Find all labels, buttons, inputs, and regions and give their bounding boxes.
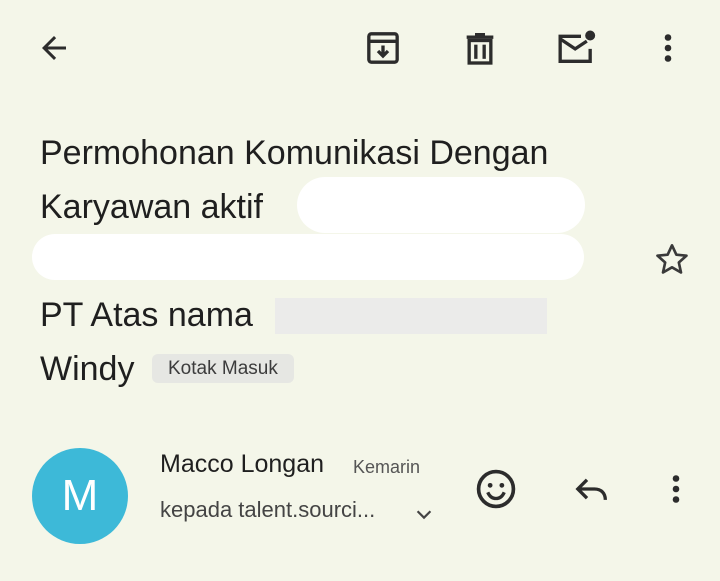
subject-line-1: Permohonan Komunikasi Dengan bbox=[40, 134, 549, 172]
subject-line-5: Windy bbox=[40, 350, 135, 388]
avatar[interactable]: M bbox=[32, 448, 128, 544]
star-outline-icon bbox=[656, 244, 688, 274]
back-button[interactable] bbox=[26, 20, 82, 76]
redaction-mark bbox=[297, 177, 585, 233]
reply-button[interactable] bbox=[566, 463, 618, 515]
emoji-reaction-icon bbox=[476, 469, 516, 509]
arrow-left-icon bbox=[42, 36, 66, 60]
more-options-button[interactable] bbox=[640, 20, 696, 76]
emoji-reaction-button[interactable] bbox=[470, 463, 522, 515]
subject-line-4: PT Atas nama bbox=[40, 296, 253, 334]
reply-icon bbox=[575, 478, 607, 500]
more-vertical-icon bbox=[672, 475, 680, 503]
archive-icon bbox=[367, 32, 399, 64]
avatar-letter: M bbox=[61, 471, 99, 520]
chevron-down-icon bbox=[416, 510, 432, 520]
redaction-mark bbox=[275, 298, 547, 334]
expand-details-button[interactable] bbox=[410, 500, 438, 528]
subject-line-2: Karyawan aktif bbox=[40, 188, 263, 226]
trash-icon bbox=[466, 33, 494, 65]
archive-button[interactable] bbox=[355, 20, 411, 76]
timestamp: Kemarin bbox=[353, 457, 421, 477]
mail-unread-icon bbox=[558, 30, 596, 63]
star-button[interactable] bbox=[648, 236, 696, 284]
mark-unread-button[interactable] bbox=[548, 20, 604, 76]
recipient-summary[interactable]: kepada talent.sourci... bbox=[160, 494, 375, 526]
redaction-mark bbox=[32, 234, 584, 280]
delete-button[interactable] bbox=[452, 20, 508, 76]
more-vertical-icon bbox=[664, 34, 672, 62]
sender-name: Macco Longan bbox=[160, 450, 325, 478]
message-more-button[interactable] bbox=[650, 463, 702, 515]
label-chip-inbox[interactable]: Kotak Masuk bbox=[152, 354, 294, 383]
